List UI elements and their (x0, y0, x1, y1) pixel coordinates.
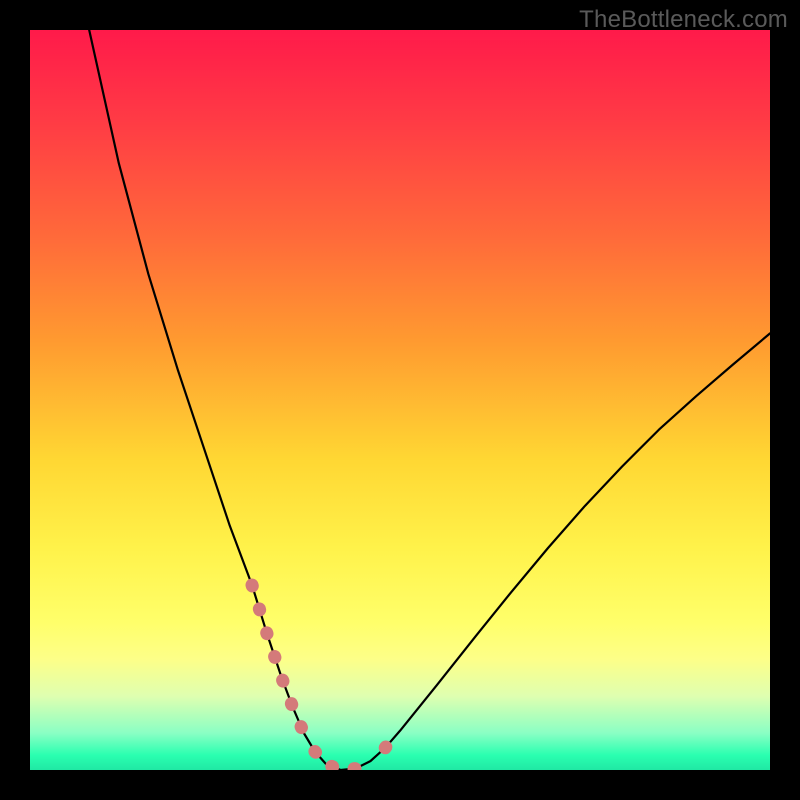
curve-layer (30, 30, 770, 770)
chart-frame: TheBottleneck.com (0, 0, 800, 800)
plot-area (30, 30, 770, 770)
highlight-left-tail (252, 585, 304, 733)
bottleneck-curve (89, 30, 770, 770)
watermark-text: TheBottleneck.com (579, 6, 788, 34)
